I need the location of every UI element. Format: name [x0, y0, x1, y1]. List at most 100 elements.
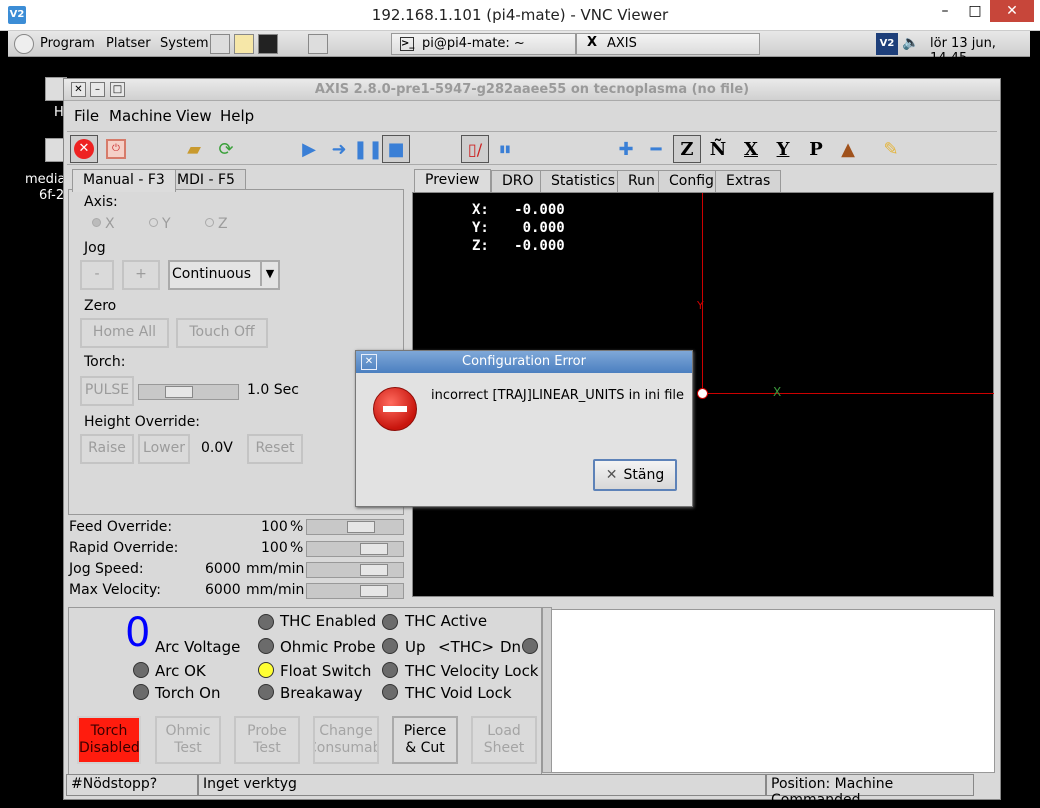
view-y-button[interactable]: Y — [769, 135, 797, 163]
zoom-in-button[interactable]: ✚ — [612, 135, 640, 163]
menu-file[interactable]: File — [74, 107, 99, 125]
pulse-time-slider[interactable] — [138, 384, 239, 400]
tool-status: Inget verktyg — [198, 774, 766, 796]
slider-knob[interactable] — [360, 564, 388, 576]
show-desktop-icon[interactable] — [308, 34, 328, 54]
power-icon: ⏻ — [106, 139, 126, 159]
optional-stop-button[interactable]: ▮▮ — [491, 135, 519, 163]
vnc-tray-icon[interactable]: V2 — [876, 33, 898, 55]
file-manager-launcher-icon[interactable] — [210, 34, 230, 54]
rapid-override-slider[interactable] — [306, 541, 404, 557]
view-p-button[interactable]: P — [802, 135, 830, 163]
view-x-button[interactable]: X — [737, 135, 765, 163]
terminal-launcher-icon[interactable] — [258, 34, 278, 54]
pause-button[interactable]: ❚❚ — [353, 135, 383, 163]
slider-knob[interactable] — [347, 521, 375, 533]
feed-override-slider[interactable] — [306, 519, 404, 535]
tab-extras[interactable]: Extras — [715, 170, 782, 192]
stop-button[interactable]: ■ — [382, 135, 410, 163]
torch-label: Torch: — [84, 354, 126, 370]
tab-statistics[interactable]: Statistics — [540, 170, 626, 192]
brush-icon: ✎ — [883, 138, 899, 160]
load-sheet-button[interactable]: Load Sheet — [471, 716, 537, 764]
volume-icon[interactable]: 🔈 — [902, 35, 919, 51]
clear-live-plot-button[interactable]: ✎ — [877, 135, 905, 163]
torch-disabled-button[interactable]: Torch Disabled — [77, 716, 141, 764]
mate-menu-icon[interactable] — [14, 34, 34, 54]
dialog-close-button[interactable]: ✕ Stäng — [593, 459, 677, 491]
view-z-button[interactable]: Z — [673, 135, 701, 163]
position-status: Position: Machine Commanded — [766, 774, 974, 808]
slider-knob[interactable] — [360, 585, 388, 597]
jog-speed-slider[interactable] — [306, 562, 404, 578]
float-switch-led — [258, 662, 274, 678]
reload-icon: ⟳ — [218, 138, 234, 160]
slider-knob[interactable] — [165, 386, 193, 398]
program-menu[interactable]: Program — [40, 36, 95, 51]
block-delete-button[interactable]: ▯/ — [461, 135, 489, 163]
machine-power-button[interactable]: ⏻ — [102, 135, 130, 163]
feed-override-value: 100 — [261, 519, 288, 535]
zero-label: Zero — [84, 298, 117, 314]
reset-button[interactable]: Reset — [247, 434, 303, 464]
jog-plus-button[interactable]: + — [122, 260, 160, 290]
text-editor-launcher-icon[interactable] — [234, 34, 254, 54]
slider-knob[interactable] — [360, 543, 388, 555]
step-button[interactable]: ➜ — [325, 135, 353, 163]
thc-enabled-led — [258, 614, 274, 630]
system-menu[interactable]: System — [160, 36, 208, 51]
run-button[interactable]: ▶ — [295, 135, 323, 163]
chevron-down-icon: ▼ — [260, 262, 278, 286]
x-axis-line — [702, 393, 994, 394]
reload-button[interactable]: ⟳ — [212, 135, 240, 163]
maximize-button[interactable]: □ — [960, 0, 990, 22]
menu-view[interactable]: View — [176, 107, 212, 125]
mate-top-panel: Program Platser System >_ pi@pi4-mate: ~… — [8, 31, 1030, 66]
rapid-override-unit: % — [290, 540, 304, 556]
gcode-text-area[interactable] — [551, 609, 995, 773]
taskbar-axis[interactable]: X AXIS — [576, 33, 760, 55]
touch-off-button[interactable]: Touch Off — [176, 318, 268, 348]
pulse-time-value: 1.0 Sec — [247, 382, 299, 398]
thc-down-led — [522, 638, 538, 654]
max-velocity-slider[interactable] — [306, 583, 404, 599]
jog-minus-button[interactable]: - — [80, 260, 114, 290]
pierce-cut-button[interactable]: Pierce & Cut — [392, 716, 458, 764]
lower-button[interactable]: Lower — [138, 434, 190, 464]
tab-preview[interactable]: Preview — [414, 169, 491, 192]
axis-z-radio[interactable]: Z — [205, 216, 228, 232]
open-file-button[interactable]: ▰ — [180, 135, 208, 163]
axis-toolbar: ✕ ⏻ ▰ ⟳ ▶ ➜ ❚❚ ■ ▯/ ▮▮ ✚ ━ Z Ñ X Y P ▲ ✎ — [67, 131, 997, 165]
zoom-out-button[interactable]: ━ — [642, 135, 670, 163]
rotate-view-button[interactable]: ▲ — [834, 135, 862, 163]
feed-override-label: Feed Override: — [69, 519, 173, 535]
menu-machine[interactable]: Machine — [109, 107, 172, 125]
raise-button[interactable]: Raise — [80, 434, 134, 464]
pulse-button[interactable]: PULSE — [80, 376, 134, 406]
tab-dro[interactable]: DRO — [491, 170, 545, 192]
breakaway-led — [258, 684, 274, 700]
probe-test-button[interactable]: Probe Test — [234, 716, 300, 764]
axis-y-radio[interactable]: Y — [149, 216, 171, 232]
change-consumable-button[interactable]: ChangeConsumable — [313, 716, 379, 764]
jog-speed-unit: mm/min — [246, 561, 305, 577]
taskbar-terminal[interactable]: >_ pi@pi4-mate: ~ — [391, 33, 576, 55]
axis-window-title: AXIS 2.8.0-pre1-5947-g282aaee55 on tecno… — [314, 82, 750, 97]
play-icon: ▶ — [302, 138, 316, 160]
thc-enabled-label: THC Enabled — [280, 612, 377, 630]
tab-manual[interactable]: Manual - F3 — [72, 169, 176, 192]
tab-mdi[interactable]: MDI - F5 — [166, 169, 246, 191]
axis-x-radio[interactable]: X — [92, 216, 115, 232]
block-delete-icon: ▯/ — [467, 139, 483, 159]
view-z2-button[interactable]: Ñ — [704, 135, 732, 163]
thc-active-led — [382, 614, 398, 630]
menu-help[interactable]: Help — [220, 107, 254, 125]
close-button[interactable]: ✕ — [990, 0, 1034, 22]
home-all-button[interactable]: Home All — [80, 318, 169, 348]
minimize-button[interactable]: – — [930, 0, 960, 22]
jog-mode-select[interactable]: Continuous ▼ — [168, 260, 280, 290]
places-menu[interactable]: Platser — [106, 36, 151, 51]
estop-button[interactable]: ✕ — [70, 135, 98, 163]
ohmic-test-button[interactable]: Ohmic Test — [155, 716, 221, 764]
thc-up-label: Up — [405, 638, 426, 656]
